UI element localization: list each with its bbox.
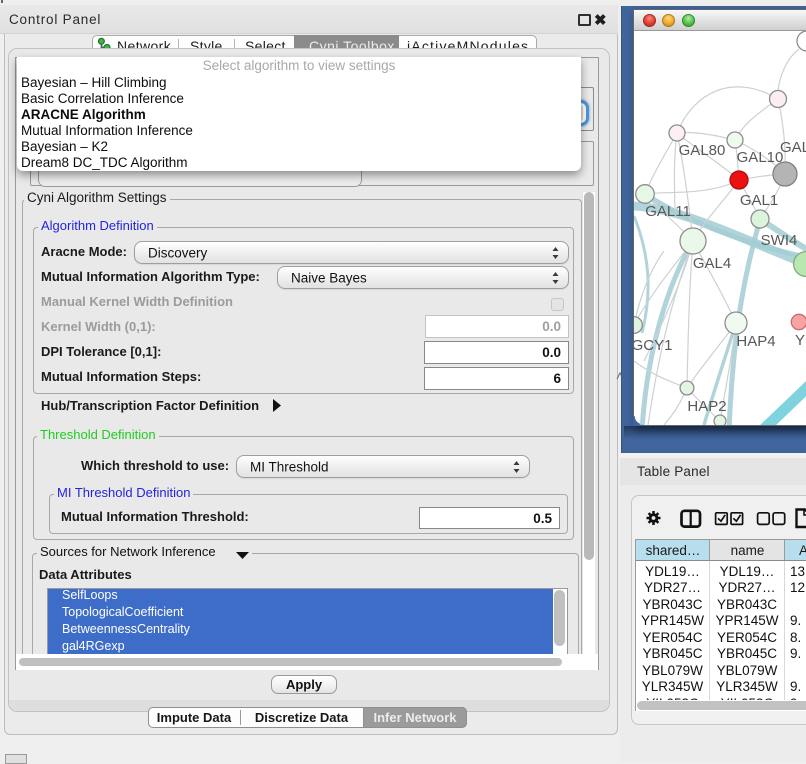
svg-text:GAL10: GAL10	[737, 149, 784, 166]
svg-text:GAL80: GAL80	[679, 142, 726, 159]
svg-text:SWI4: SWI4	[761, 232, 798, 249]
svg-text:HAP4: HAP4	[736, 333, 775, 350]
svg-text:Y: Y	[795, 332, 805, 349]
svg-text:GAL: GAL	[780, 139, 806, 156]
svg-text:GAL11: GAL11	[645, 203, 691, 220]
svg-text:HAP2: HAP2	[687, 398, 726, 415]
svg-text:GCY1: GCY1	[634, 337, 672, 354]
svg-text:GAL1: GAL1	[740, 192, 778, 209]
svg-text:GAL4: GAL4	[693, 255, 731, 272]
